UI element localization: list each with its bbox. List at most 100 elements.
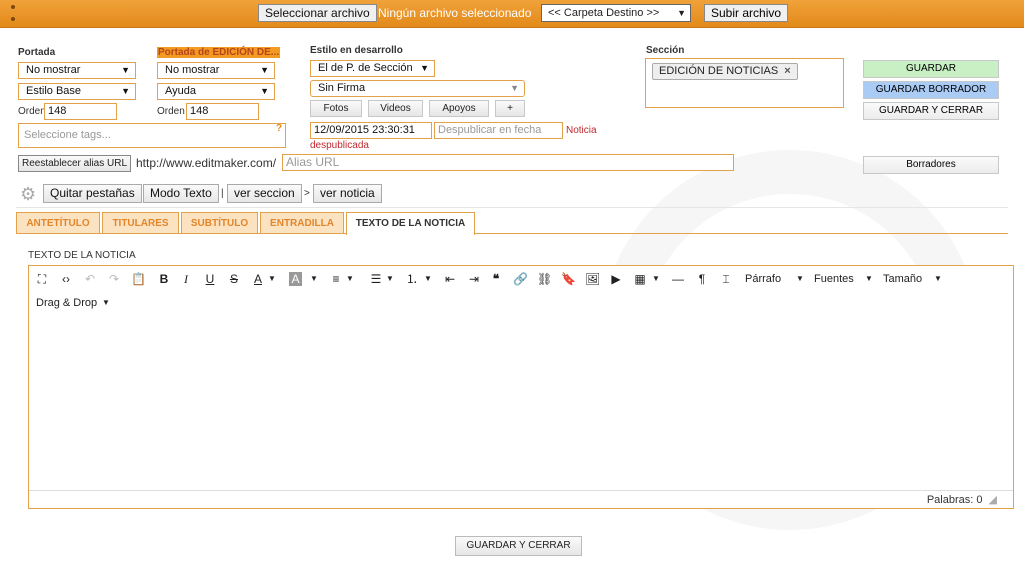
paragraph-format-select[interactable]: Párrafo [745,271,781,287]
font-family-select[interactable]: Fuentes [814,271,854,287]
borradores-button[interactable]: Borradores [863,156,999,174]
publish-date-input[interactable]: 12/09/2015 23:30:31 [310,122,432,139]
tab-underline [16,233,1008,234]
chevron-down-icon: ▼ [121,86,130,96]
chevron-down-icon[interactable]: ▼ [931,272,945,286]
gear-icon[interactable]: ⚙ [20,185,36,203]
base-url-text: http://www.editmaker.com/ [136,156,277,170]
horizontal-rule-icon[interactable]: — [671,272,685,286]
chevron-down-icon[interactable]: ▼ [265,272,279,286]
rich-text-editor[interactable]: ⛶ ‹› ↶ ↷ 📋 B I U S A ▼ A ▼ ≡ ▼ ☰ ▼ ⒈ ▼ ⇤… [28,265,1014,509]
portada-order-input[interactable]: 148 [44,103,117,120]
portada-order-label: Orden [18,106,46,117]
strikethrough-icon[interactable]: S [227,272,241,286]
estilo-select[interactable]: El de P. de Sección ▼ [310,60,435,77]
text-color-icon[interactable]: A [251,272,265,286]
redo-icon[interactable]: ↷ [107,272,121,286]
paste-icon[interactable]: 📋 [131,272,146,286]
apoyos-button[interactable]: Apoyos [429,100,489,117]
modo-texto-button[interactable]: Modo Texto [143,184,219,203]
firma-select[interactable]: Sin Firma ▼ [310,80,525,97]
tags-input[interactable]: Seleccione tags... [18,123,286,148]
fullscreen-icon[interactable]: ⛶ [35,272,49,286]
ver-noticia-button[interactable]: ver noticia [313,184,382,203]
chevron-down-icon[interactable]: ▼ [649,272,663,286]
bullet-list-icon[interactable]: ☰ [369,272,383,286]
unlink-icon[interactable]: ⛓ [537,272,552,286]
chevron-down-icon[interactable]: ▼ [793,272,807,286]
alias-url-input[interactable]: Alias URL [282,154,734,171]
status-text: Noticia [566,125,597,136]
chevron-down-icon[interactable]: ▼ [307,272,321,286]
upload-file-button[interactable]: Subir archivo [704,4,789,22]
numbered-list-icon[interactable]: ⒈ [405,272,419,286]
portada-visibility-select[interactable]: No mostrar ▼ [18,62,136,79]
reset-alias-button[interactable]: Reestablecer alias URL [18,155,131,172]
image-icon[interactable]: 🖼 [585,272,600,286]
table-icon[interactable]: ▦ [633,272,647,286]
highlight-color-icon[interactable]: A [289,272,302,286]
chevron-down-icon: ▼ [260,65,269,75]
undo-icon[interactable]: ↶ [83,272,97,286]
portada-edicion-label: Portada de EDICIÓN DE... [157,47,281,58]
tab-entradilla[interactable]: ENTRADILLA [260,212,344,234]
upload-bar: Seleccionar archivo Ningún archivo selec… [0,0,1024,28]
footer-guardar-cerrar-button[interactable]: GUARDAR Y CERRAR [455,536,582,556]
no-file-text: Ningún archivo seleccionado [378,6,532,20]
chevron-down-icon[interactable]: ▼ [421,272,435,286]
portada-edicion-order-input[interactable]: 148 [186,103,259,120]
destination-folder-select[interactable]: << Carpeta Destino >> ▼ [541,4,691,22]
video-icon[interactable]: ▶ [609,272,623,286]
grip-icon [11,17,15,21]
code-icon[interactable]: ‹› [59,272,73,286]
indent-icon[interactable]: ⇥ [467,272,481,286]
tab-texto-noticia[interactable]: TEXTO DE LA NOTICIA [346,212,475,235]
chevron-down-icon: ▼ [260,86,269,96]
select-file-button[interactable]: Seleccionar archivo [258,4,377,22]
page-break-icon[interactable]: ⌶ [719,272,733,286]
drag-drop-select[interactable]: Drag & Drop [36,295,97,311]
separator: | [221,188,224,199]
guardar-button[interactable]: GUARDAR [863,60,999,78]
bookmark-icon[interactable]: 🔖 [561,272,576,286]
chevron-down-icon: ▼ [510,83,519,93]
fotos-button[interactable]: Fotos [310,100,362,117]
help-icon[interactable]: ? [276,123,282,134]
resize-handle-icon[interactable]: ◢ [989,494,997,506]
font-size-select[interactable]: Tamaño [883,271,922,287]
portada-edicion-visibility-select[interactable]: No mostrar ▼ [157,62,275,79]
portada-edicion-style-select[interactable]: Ayuda ▼ [157,83,275,100]
outdent-icon[interactable]: ⇤ [443,272,457,286]
chevron-down-icon[interactable]: ▼ [99,296,113,310]
videos-button[interactable]: Videos [368,100,423,117]
portada-label: Portada [18,47,56,58]
divider [16,207,1008,208]
guardar-cerrar-button[interactable]: GUARDAR Y CERRAR [863,102,999,120]
quitar-pestanas-button[interactable]: Quitar pestañas [43,184,142,203]
chevron-down-icon[interactable]: ▼ [383,272,397,286]
quote-icon[interactable]: ❝ [489,272,503,286]
link-icon[interactable]: 🔗 [513,272,528,286]
status-text-2: despublicada [310,140,369,151]
paragraph-mark-icon[interactable]: ¶ [695,272,709,286]
underline-icon[interactable]: U [203,272,217,286]
tab-subtitulo[interactable]: SUBTÍTULO [181,212,258,234]
tab-titulares[interactable]: TITULARES [102,212,179,234]
editor-status-bar: Palabras: 0 ◢ [29,490,1013,509]
close-icon[interactable]: × [784,65,790,77]
chevron-down-icon[interactable]: ▼ [343,272,357,286]
unpublish-date-input[interactable]: Despublicar en fecha [434,122,563,139]
tab-antetitulo[interactable]: ANTETÍTULO [16,212,100,234]
ver-seccion-button[interactable]: ver seccion [227,184,302,203]
estilo-label: Estilo en desarrollo [310,45,403,56]
chevron-down-icon[interactable]: ▼ [862,272,876,286]
add-button[interactable]: + [495,100,525,117]
guardar-borrador-button[interactable]: GUARDAR BORRADOR [863,81,999,99]
italic-icon[interactable]: I [179,272,193,286]
portada-edicion-order-label: Orden [157,106,185,117]
section-tags-box[interactable]: EDICIÓN DE NOTICIAS × [645,58,844,108]
align-icon[interactable]: ≡ [329,272,343,286]
section-chip: EDICIÓN DE NOTICIAS × [652,63,798,80]
bold-icon[interactable]: B [157,272,171,286]
portada-style-select[interactable]: Estilo Base ▼ [18,83,136,100]
